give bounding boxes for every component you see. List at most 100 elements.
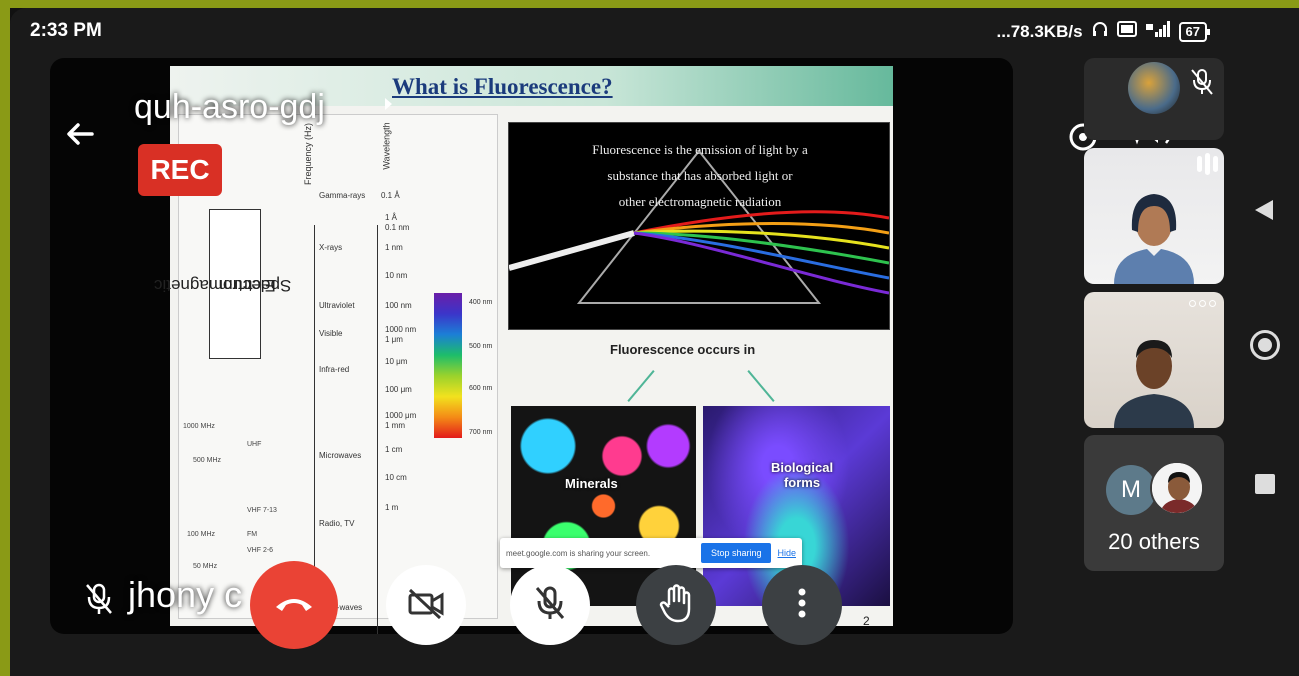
- wavelength-tick: 1 μm: [385, 335, 403, 344]
- radio-frequency: 1000 MHz: [183, 423, 215, 430]
- definition-line: Fluorescence is the emission of light by…: [592, 142, 808, 157]
- radio-frequency: 500 MHz: [193, 457, 222, 464]
- nav-back-icon[interactable]: [1253, 198, 1275, 227]
- self-view-tile[interactable]: [1084, 58, 1224, 140]
- wavelength-axis: [377, 225, 378, 634]
- nm-mark: 700 nm: [469, 429, 493, 436]
- raise-hand-icon: [659, 583, 693, 628]
- hide-button[interactable]: Hide: [777, 548, 796, 558]
- prism-image: Fluorescence is the emission of light by…: [508, 122, 890, 330]
- volte-icon: [1116, 21, 1137, 42]
- band-label: Visible: [319, 329, 343, 338]
- visible-spectrum-bar: [434, 293, 462, 438]
- participant-video: [1114, 340, 1194, 428]
- mic-off-icon: [533, 584, 567, 627]
- more-dots-icon: [1189, 300, 1216, 307]
- stop-sharing-button[interactable]: Stop sharing: [700, 543, 772, 563]
- band-label: Radio, TV: [319, 519, 355, 528]
- camera-off-icon: [406, 587, 446, 624]
- 4g-signal-icon: [1145, 20, 1171, 43]
- wavelength-header: Wavelength: [381, 122, 392, 170]
- wavelength-tick: 10 cm: [385, 473, 407, 482]
- others-count-label: 20 others: [1108, 529, 1200, 554]
- wavelength-tick: 1000 nm: [385, 325, 417, 334]
- participant-tile[interactable]: [1084, 148, 1224, 284]
- spectrum-diagram: Frequency (Hz) Wavelength Electromagneti…: [154, 114, 498, 634]
- fluorescence-definition: Fluorescence is the emission of light by…: [529, 137, 871, 215]
- wavelength-tick: 1 mm: [385, 421, 405, 430]
- radio-frequency: 50 MHz: [193, 563, 218, 570]
- band-label: Infra-red: [319, 365, 350, 374]
- self-mic-off-icon: [1190, 68, 1214, 101]
- more-options-icon: [798, 588, 806, 623]
- biological-label: Biological forms: [770, 460, 834, 490]
- wavelength-tick: 1000 μm: [385, 411, 417, 420]
- participant-tile[interactable]: [1084, 292, 1224, 428]
- slide-title: What is Fluorescence?: [392, 74, 613, 99]
- wavelength-tick: 0.1 Å: [381, 191, 400, 200]
- end-call-icon: [272, 593, 316, 618]
- band-label: Gamma-rays: [319, 191, 366, 200]
- shared-slide: What is Fluorescence? Frequency (Hz) Wav…: [154, 66, 893, 634]
- back-arrow-icon[interactable]: [62, 116, 98, 152]
- nav-home-icon[interactable]: [1250, 330, 1280, 360]
- audio-level-icon: [1197, 153, 1218, 175]
- end-call-button[interactable]: [250, 561, 338, 649]
- wavelength-tick: 1 cm: [385, 445, 403, 454]
- band-label: Microwaves: [319, 451, 362, 460]
- minerals-label: Minerals: [565, 476, 618, 491]
- self-avatar: [1128, 62, 1180, 114]
- nav-recent-apps-icon[interactable]: [1255, 474, 1275, 494]
- nm-mark: 600 nm: [469, 385, 493, 392]
- wavelength-tick: 1 nm: [385, 243, 403, 252]
- spectrum-label-line2: Spectrum: [218, 276, 292, 295]
- nm-mark: 500 nm: [469, 343, 493, 350]
- headphones-icon: [1091, 20, 1109, 43]
- raise-hand-button[interactable]: [636, 565, 716, 645]
- wavelength-tick: 1 Å: [385, 213, 398, 222]
- occurs-in-heading: Fluorescence occurs in: [610, 342, 756, 357]
- participant-avatar-photo: [1150, 461, 1204, 515]
- radio-band: VHF 2-6: [247, 547, 274, 554]
- presenter-name: jhony c: [128, 574, 243, 615]
- other-participants-tile[interactable]: M 20 others: [1084, 435, 1224, 571]
- status-indicators: ...78.3KB/s 67: [996, 20, 1211, 43]
- nm-mark: 400 nm: [469, 299, 493, 306]
- band-label: Ultraviolet: [319, 301, 355, 310]
- microphone-toggle-button[interactable]: [510, 565, 590, 645]
- radio-frequency: 100 MHz: [187, 531, 216, 538]
- wavelength-tick: 100 nm: [385, 301, 412, 310]
- recording-badge: REC: [138, 144, 222, 196]
- device-frame-top: [0, 0, 1299, 8]
- arrow-left: [627, 370, 655, 402]
- device-frame-left: [0, 0, 10, 676]
- radio-band: UHF: [247, 441, 262, 448]
- battery-indicator: 67: [1178, 21, 1211, 42]
- arrow-right: [747, 370, 775, 402]
- wavelength-tick: 10 nm: [385, 271, 408, 280]
- more-options-button[interactable]: [762, 565, 842, 645]
- wavelength-tick: 10 μm: [385, 357, 408, 366]
- wavelength-tick: 0.1 nm: [385, 223, 410, 232]
- definition-line: substance that has absorbed light or: [607, 168, 793, 183]
- status-time: 2:33 PM: [30, 20, 102, 41]
- screen-share-bar: meet.google.com is sharing your screen. …: [500, 538, 802, 568]
- wavelength-tick: 1 m: [385, 503, 399, 512]
- participant-avatar-initial: M: [1106, 465, 1156, 515]
- network-speed: ...78.3KB/s: [996, 21, 1083, 41]
- slide-page-number: 2: [863, 614, 870, 628]
- presenter-mic-off-icon: [84, 582, 114, 621]
- definition-line: other electromagnetic radiation: [618, 194, 782, 209]
- radio-band: FM: [247, 531, 258, 538]
- spectrum-label: Electromagnetic Spectrum: [154, 215, 291, 355]
- meeting-code[interactable]: quh-asro-gdj: [134, 88, 325, 127]
- camera-toggle-button[interactable]: [386, 565, 466, 645]
- wavelength-tick: 100 μm: [385, 385, 412, 394]
- band-label: X-rays: [319, 243, 343, 252]
- phone-screen: 2:33 PM ...78.3KB/s 67 What is Fluoresce…: [10, 8, 1299, 676]
- participant-video: [1114, 194, 1194, 284]
- radio-band: VHF 7-13: [247, 507, 277, 514]
- frequency-header: Frequency (Hz): [303, 122, 314, 186]
- share-message: meet.google.com is sharing your screen.: [506, 548, 651, 558]
- chevron-right-icon[interactable]: [383, 96, 395, 115]
